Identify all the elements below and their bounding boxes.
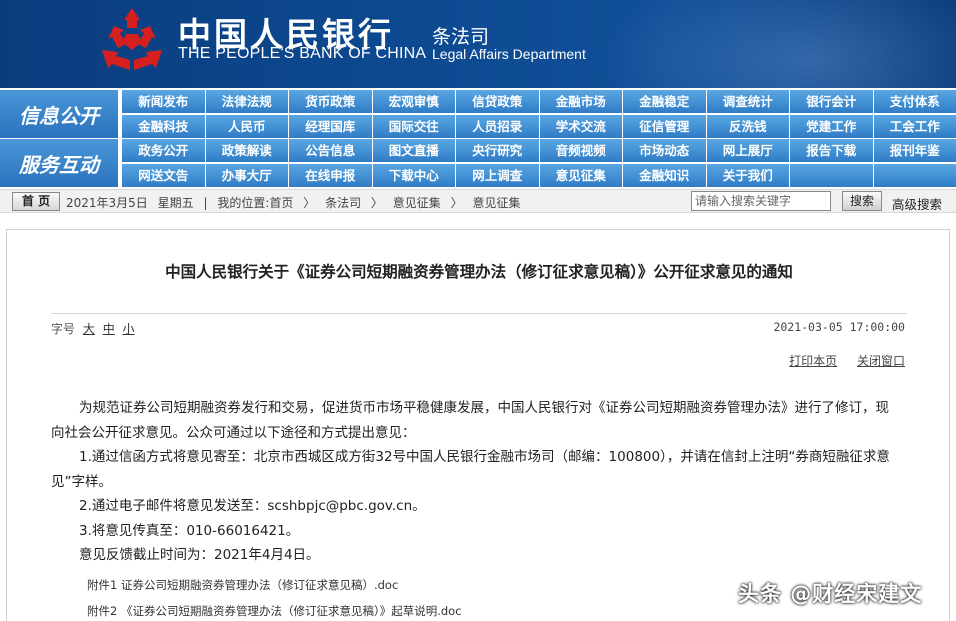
breadcrumb-link[interactable]: 条法司 xyxy=(325,196,361,210)
banner-glow xyxy=(600,0,956,88)
nav-row-4: 网送文告 办事大厅 在线申报 下载中心 网上调查 意见征集 金融知识 关于我们 xyxy=(122,164,956,187)
nav-item[interactable]: 报刊年鉴 xyxy=(874,139,956,162)
advanced-search-link[interactable]: 高级搜索 xyxy=(892,194,942,213)
font-size-small-link[interactable]: 小 xyxy=(123,322,135,336)
nav-item[interactable]: 金融市场 xyxy=(540,90,623,113)
breadcrumb-link[interactable]: 意见征集 xyxy=(393,196,441,210)
nav-item[interactable]: 银行会计 xyxy=(790,90,874,113)
nav-item[interactable]: 工会工作 xyxy=(874,115,956,138)
nav-item[interactable]: 新闻发布 xyxy=(122,90,206,113)
nav-item[interactable]: 经理国库 xyxy=(289,115,373,138)
nav-item[interactable]: 人民币 xyxy=(206,115,289,138)
nav-item[interactable]: 网上调查 xyxy=(456,164,540,187)
breadcrumb-home-link[interactable]: 我的位置:首页 xyxy=(217,196,293,210)
publish-datetime: 2021-03-05 17:00:00 xyxy=(773,320,905,334)
nav-item[interactable]: 报告下载 xyxy=(790,139,874,162)
nav-item[interactable]: 下载中心 xyxy=(373,164,456,187)
nav-item[interactable]: 市场动态 xyxy=(623,139,707,162)
font-size-medium-link[interactable]: 中 xyxy=(103,322,115,336)
nav-item[interactable]: 党建工作 xyxy=(790,115,874,138)
paragraph: 意见反馈截止时间为：2021年4月4日。 xyxy=(79,547,320,563)
nav-item[interactable]: 网送文告 xyxy=(122,164,206,187)
nav-item-empty xyxy=(790,164,874,187)
breadcrumb-bar: 首 页 2021年3月5日 星期五 | 我的位置:首页 〉 条法司 〉 意见征集… xyxy=(0,189,956,213)
breadcrumb-divider: | xyxy=(203,196,208,210)
nav-item[interactable]: 在线申报 xyxy=(289,164,373,187)
article-tools: 打印本页 关闭窗口 xyxy=(773,352,905,369)
current-weekday: 星期五 xyxy=(157,196,194,210)
paragraph: 1.通过信函方式将意见寄至：北京市西城区成方街32号中国人民银行金融市场司（邮编… xyxy=(51,449,890,490)
breadcrumb: 2021年3月5日 星期五 | 我的位置:首页 〉 条法司 〉 意见征集 〉 意… xyxy=(66,194,526,211)
nav-item[interactable]: 金融科技 xyxy=(122,115,206,138)
nav-item[interactable]: 金融知识 xyxy=(623,164,707,187)
title-divider xyxy=(51,313,907,314)
nav-item[interactable]: 货币政策 xyxy=(289,90,373,113)
nav-item[interactable]: 图文直播 xyxy=(373,139,456,162)
nav-item[interactable]: 金融稳定 xyxy=(623,90,707,113)
paragraph: 为规范证券公司短期融资券发行和交易，促进货币市场平稳健康发展，中国人民银行对《证… xyxy=(51,400,889,441)
nav-item[interactable]: 公告信息 xyxy=(289,139,373,162)
breadcrumb-separator: 〉 xyxy=(370,196,383,210)
breadcrumb-separator: 〉 xyxy=(450,196,463,210)
nav-item[interactable]: 关于我们 xyxy=(707,164,790,187)
nav-section-info-disclosure[interactable]: 信息公开 xyxy=(0,90,120,138)
nav-item[interactable]: 学术交流 xyxy=(540,115,623,138)
nav-item[interactable]: 音频视频 xyxy=(540,139,623,162)
article-container: 中国人民银行关于《证券公司短期融资券管理办法（修订征求意见稿）》公开征求意见的通… xyxy=(6,229,950,621)
current-date: 2021年3月5日 xyxy=(66,196,148,210)
article-body: 为规范证券公司短期融资券发行和交易，促进货币市场平稳健康发展，中国人民银行对《证… xyxy=(51,396,901,568)
search-input[interactable]: 请输入搜索关键字 xyxy=(691,191,831,211)
breadcrumb-link[interactable]: 意见征集 xyxy=(472,196,520,210)
nav-item[interactable]: 政策解读 xyxy=(206,139,289,162)
print-page-link[interactable]: 打印本页 xyxy=(789,354,837,368)
nav-item[interactable]: 政务公开 xyxy=(122,139,206,162)
nav-item[interactable]: 央行研究 xyxy=(456,139,540,162)
dept-name-en: Legal Affairs Department xyxy=(432,46,586,62)
attachment-link-1[interactable]: 附件1 证券公司短期融资券管理办法（修订征求意见稿）.doc xyxy=(87,577,398,593)
attachment-link-2[interactable]: 附件2 《证券公司短期融资券管理办法（修订征求意见稿）》起草说明.doc xyxy=(87,603,462,619)
nav-item[interactable]: 调查统计 xyxy=(707,90,790,113)
nav-item[interactable]: 反洗钱 xyxy=(707,115,790,138)
nav-item[interactable]: 人员招录 xyxy=(456,115,540,138)
article-title: 中国人民银行关于《证券公司短期融资券管理办法（修订征求意见稿）》公开征求意见的通… xyxy=(165,263,793,281)
org-name-en: THE PEOPLE'S BANK OF CHINA xyxy=(178,45,427,62)
nav-item[interactable]: 办事大厅 xyxy=(206,164,289,187)
breadcrumb-separator: 〉 xyxy=(303,196,316,210)
nav-item[interactable]: 宏观审慎 xyxy=(373,90,456,113)
dept-name-cn: 条法司 xyxy=(432,26,490,48)
font-size-selector: 字号 大 中 小 xyxy=(51,320,135,337)
nav-row-3: 政务公开 政策解读 公告信息 图文直播 央行研究 音频视频 市场动态 网上展厅 … xyxy=(122,139,956,162)
nav-row-2: 金融科技 人民币 经理国库 国际交往 人员招录 学术交流 征信管理 反洗钱 党建… xyxy=(122,115,956,138)
nav-section-service-interaction[interactable]: 服务互动 xyxy=(0,139,120,187)
nav-item[interactable]: 信贷政策 xyxy=(456,90,540,113)
paragraph: 2.通过电子邮件将意见发送至：scshbpjc@pbc.gov.cn。 xyxy=(79,498,426,514)
home-button[interactable]: 首 页 xyxy=(12,192,60,211)
search-button[interactable]: 搜索 xyxy=(842,191,882,211)
nav-item[interactable]: 国际交往 xyxy=(373,115,456,138)
nav-item[interactable]: 网上展厅 xyxy=(707,139,790,162)
close-window-link[interactable]: 关闭窗口 xyxy=(857,354,905,368)
font-size-large-link[interactable]: 大 xyxy=(83,322,95,336)
nav-item[interactable]: 支付体系 xyxy=(874,90,956,113)
nav-item[interactable]: 法律法规 xyxy=(206,90,289,113)
header-banner: 中国人民银行 THE PEOPLE'S BANK OF CHINA 条法司 Le… xyxy=(0,0,956,88)
watermark: 头条 @财经宋建文 xyxy=(738,582,923,606)
main-nav: 信息公开 服务互动 新闻发布 法律法规 货币政策 宏观审慎 信贷政策 金融市场 … xyxy=(0,89,956,187)
nav-item-empty xyxy=(874,164,956,187)
paragraph: 3.将意见传真至：010-66016421。 xyxy=(79,522,300,539)
font-size-label: 字号 xyxy=(51,322,76,336)
nav-row-1: 新闻发布 法律法规 货币政策 宏观审慎 信贷政策 金融市场 金融稳定 调查统计 … xyxy=(122,90,956,113)
nav-item[interactable]: 征信管理 xyxy=(623,115,707,138)
nav-item[interactable]: 意见征集 xyxy=(540,164,623,187)
pboc-logo-icon[interactable] xyxy=(96,6,168,74)
